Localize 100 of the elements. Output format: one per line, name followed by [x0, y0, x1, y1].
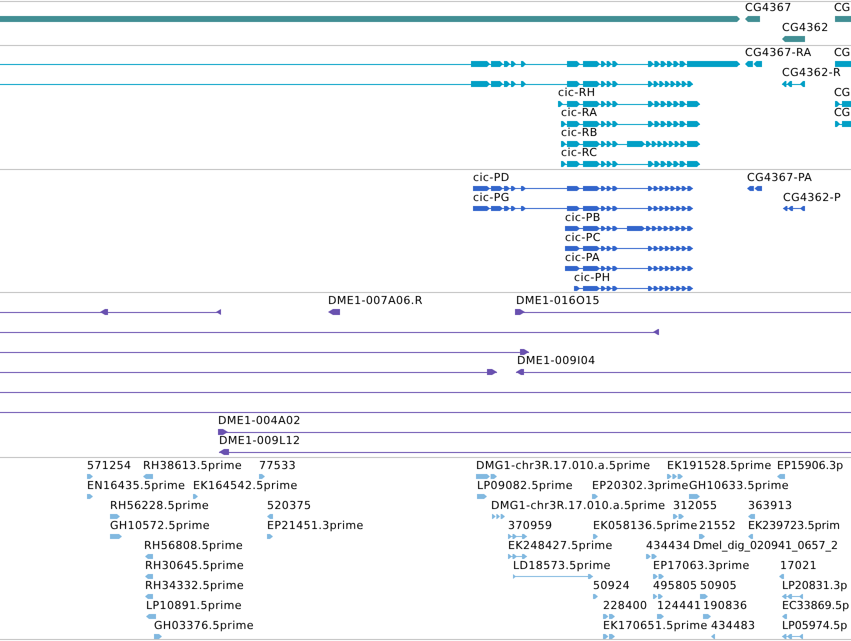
- feature-label: 434483: [711, 620, 756, 632]
- feature-label: 190836: [703, 600, 748, 612]
- est-arrow[interactable]: [689, 494, 700, 499]
- est-arrow[interactable]: [603, 634, 615, 639]
- feature-label: EK170651.5prime: [603, 620, 708, 632]
- feature-label: CG4367: [745, 2, 792, 14]
- est-arrow[interactable]: [700, 594, 708, 599]
- clone-span[interactable]: [516, 369, 851, 375]
- feature-label: EP17063.3prime: [653, 560, 750, 572]
- est-arrow[interactable]: [87, 494, 93, 499]
- feature-label: LD18573.5prime: [513, 560, 611, 572]
- feature-label: 77533: [259, 460, 296, 472]
- est-arrow[interactable]: [779, 574, 784, 579]
- feature-label: EP21451.3prime: [267, 520, 364, 532]
- est-arrow[interactable]: [145, 574, 153, 579]
- est-arrow[interactable]: [653, 574, 664, 579]
- feature-label: 50905: [700, 580, 737, 592]
- est-arrow[interactable]: [146, 614, 156, 619]
- est-arrow[interactable]: [667, 474, 683, 479]
- est-arrow[interactable]: [593, 594, 598, 599]
- est-arrow[interactable]: [110, 534, 122, 539]
- transcript-model[interactable]: [782, 81, 805, 87]
- est-arrow[interactable]: [777, 474, 785, 479]
- est-arrow[interactable]: [592, 494, 598, 499]
- est-arrow[interactable]: [657, 614, 664, 619]
- est-arrow[interactable]: [267, 534, 273, 539]
- feature-label: CG4367-RA: [745, 47, 812, 59]
- est-arrow[interactable]: [110, 514, 120, 519]
- feature-label: 50924: [593, 580, 630, 592]
- clone-span[interactable]: [218, 429, 851, 435]
- feature-label: 228400: [603, 600, 648, 612]
- est-arrow[interactable]: [748, 514, 755, 519]
- feature-label: EK239723.5prim: [748, 520, 840, 532]
- clone-span[interactable]: [515, 309, 851, 315]
- est-arrow[interactable]: [646, 554, 657, 559]
- clone-span[interactable]: [0, 329, 659, 335]
- feature-label: 370959: [508, 520, 552, 532]
- feature-label: CG: [834, 47, 850, 59]
- feature-label: DME1-007A06.R: [328, 295, 423, 307]
- feature-label: DMG1-chr3R.17.010.a.5prime: [476, 460, 650, 472]
- feature-label: LP20831.3p: [782, 580, 848, 592]
- feature-label: DME1-004A02: [218, 415, 301, 427]
- est-arrow[interactable]: [154, 634, 162, 639]
- est-arrow[interactable]: [603, 614, 615, 619]
- transcript-model[interactable]: [835, 121, 851, 127]
- transcript-model[interactable]: [561, 141, 700, 147]
- protein-model[interactable]: [473, 186, 693, 191]
- est-arrow[interactable]: [193, 494, 198, 499]
- feature-label: EC33869.5p: [782, 600, 850, 612]
- protein-model[interactable]: [565, 246, 693, 251]
- feature-label: cic-RA: [561, 107, 598, 119]
- feature-label: CG4362: [782, 22, 829, 34]
- est-arrow[interactable]: [699, 534, 705, 539]
- transcript-model[interactable]: [0, 61, 740, 67]
- transcript-model[interactable]: [561, 161, 700, 167]
- transcript-model[interactable]: [558, 101, 700, 107]
- feature-label: 17021: [780, 560, 817, 572]
- protein-model[interactable]: [565, 226, 693, 231]
- transcript-model[interactable]: [561, 121, 700, 127]
- est-arrow[interactable]: [653, 594, 663, 599]
- gene-bar[interactable]: [782, 36, 805, 42]
- feature-label: EK191528.5prime: [667, 460, 772, 472]
- est-arrow[interactable]: [748, 534, 753, 539]
- feature-label: RH30645.5prime: [145, 560, 244, 572]
- est-arrow[interactable]: [259, 474, 265, 479]
- protein-model[interactable]: [574, 286, 693, 291]
- est-arrow[interactable]: [673, 514, 684, 519]
- protein-model[interactable]: [747, 186, 762, 191]
- est-arrow[interactable]: [267, 514, 273, 519]
- est-arrow[interactable]: [476, 474, 497, 479]
- gene-bar[interactable]: [745, 16, 760, 22]
- est-arrow[interactable]: [703, 614, 711, 619]
- feature-label: LP05974.5p: [782, 620, 848, 632]
- clone-span[interactable]: [0, 369, 497, 375]
- est-arrow[interactable]: [145, 554, 153, 559]
- protein-model[interactable]: [473, 206, 693, 211]
- protein-model[interactable]: [783, 206, 805, 211]
- feature-label: CG: [834, 2, 850, 14]
- clone-span[interactable]: [219, 449, 851, 455]
- est-arrow[interactable]: [143, 474, 153, 479]
- clone-span[interactable]: [0, 349, 529, 355]
- est-arrow[interactable]: [87, 474, 93, 479]
- feature-label: 495805: [653, 580, 698, 592]
- feature-label: DME1-016O15: [516, 295, 600, 307]
- feature-label: EP20302.3prime: [592, 480, 689, 492]
- transcript-model[interactable]: [745, 61, 762, 67]
- est-arrow[interactable]: [711, 634, 715, 639]
- protein-model[interactable]: [565, 266, 693, 271]
- est-arrow[interactable]: [145, 594, 153, 599]
- clone-span[interactable]: [0, 309, 221, 315]
- est-arrow[interactable]: [477, 494, 487, 499]
- est-arrow[interactable]: [782, 614, 787, 619]
- feature-label: RH34332.5prime: [145, 580, 244, 592]
- transcript-model[interactable]: [835, 101, 851, 107]
- est-arrow[interactable]: [593, 534, 598, 539]
- feature-label: CG4362-P: [783, 192, 842, 204]
- feature-label: EK058136.5prime: [593, 520, 698, 532]
- clone-span[interactable]: [328, 309, 340, 315]
- transcript-model[interactable]: [0, 81, 693, 87]
- est-arrow[interactable]: [492, 514, 505, 519]
